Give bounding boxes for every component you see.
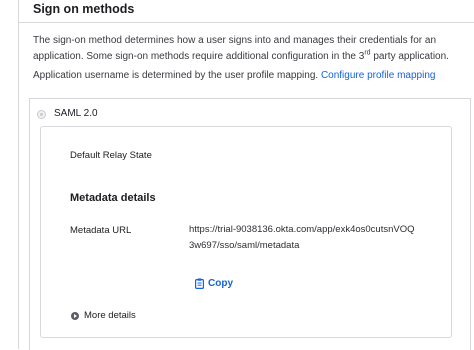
- panel-header: Sign on methods: [19, 0, 474, 23]
- clipboard-icon: [195, 278, 204, 289]
- sign-on-description: The sign-on method determines how a user…: [33, 33, 453, 65]
- chevron-right-circle-icon: [71, 311, 79, 320]
- username-note: Application username is determined by th…: [33, 70, 453, 81]
- panel-title: Sign on methods: [33, 2, 135, 16]
- radio-icon[interactable]: [37, 110, 46, 119]
- metadata-heading: Metadata details: [70, 192, 156, 204]
- more-details-label: More details: [84, 310, 136, 321]
- relay-state-label: Default Relay State: [70, 150, 152, 161]
- copy-label: Copy: [208, 277, 233, 289]
- metadata-url-label: Metadata URL: [70, 225, 132, 236]
- configure-profile-mapping-link[interactable]: Configure profile mapping: [321, 70, 436, 81]
- saml-details-card: Default Relay State Metadata details Met…: [40, 126, 452, 338]
- description-text-2: party application.: [370, 51, 449, 62]
- metadata-url-value: https://trial-9038136.okta.com/app/exk4o…: [189, 224, 415, 251]
- saml-method-box: SAML 2.0 Default Relay State Metadata de…: [29, 98, 471, 350]
- sign-on-methods-panel: Sign on methods The sign-on method deter…: [18, 0, 474, 350]
- copy-button[interactable]: Copy: [195, 276, 233, 290]
- saml-label[interactable]: SAML 2.0: [54, 108, 98, 119]
- more-details-toggle[interactable]: More details: [71, 310, 136, 321]
- username-note-text: Application username is determined by th…: [33, 70, 319, 81]
